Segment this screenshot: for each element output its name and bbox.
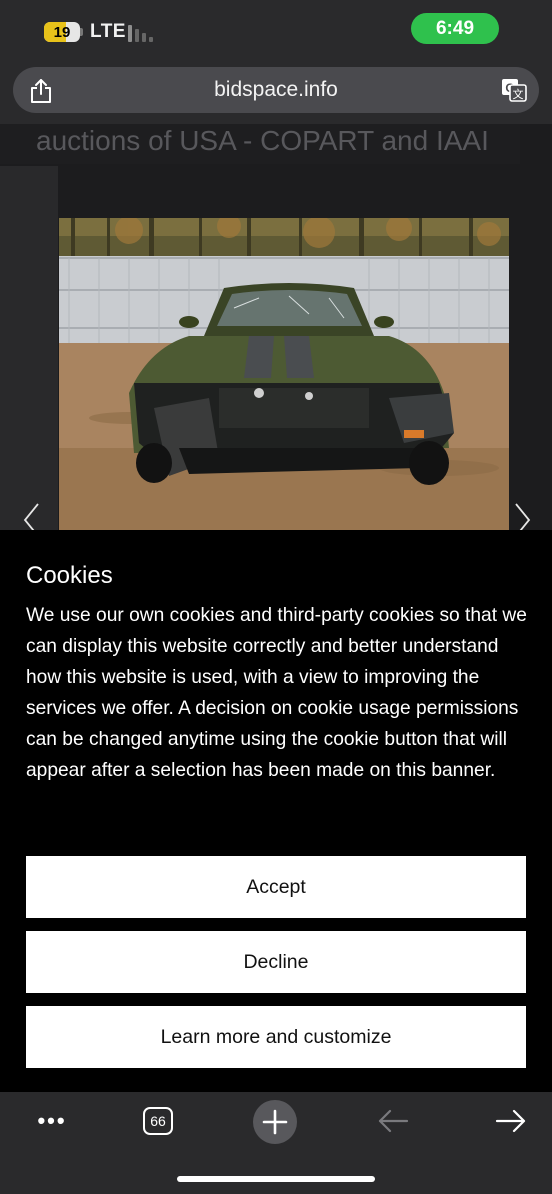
back-button[interactable]: [376, 1104, 410, 1138]
browser-toolbar: ••• 66: [0, 1092, 552, 1194]
clock[interactable]: 6:49: [411, 13, 499, 44]
accept-button[interactable]: Accept: [26, 856, 526, 918]
cookie-banner: Cookies We use our own cookies and third…: [0, 530, 552, 1092]
left-panel: [0, 166, 58, 530]
more-menu-button[interactable]: •••: [32, 1104, 72, 1138]
chevron-right-icon[interactable]: [512, 500, 534, 530]
damaged-car-photo: [59, 218, 509, 530]
tabs-button[interactable]: 66: [143, 1107, 173, 1135]
signal-strength-icon: [128, 24, 158, 42]
cookie-description: We use our own cookies and third-party c…: [26, 605, 527, 782]
arrow-left-icon: [378, 1109, 409, 1133]
svg-text:文: 文: [513, 87, 524, 101]
new-tab-button[interactable]: [253, 1100, 297, 1144]
decline-button[interactable]: Decline: [26, 931, 526, 993]
learn-more-button[interactable]: Learn more and customize: [26, 1006, 526, 1068]
status-bar: 19 LTE 6:49: [0, 0, 552, 62]
battery-icon: 19: [44, 22, 80, 42]
url-text[interactable]: bidspace.info: [13, 67, 539, 113]
plus-icon: [262, 1109, 288, 1135]
page-heading: auctions of USA - COPART and IAAI: [0, 124, 520, 164]
forward-button[interactable]: [494, 1104, 528, 1138]
battery-tip: [80, 28, 83, 36]
web-page: auctions of USA - COPART and IAAI: [0, 124, 552, 530]
cookie-title: Cookies: [26, 562, 113, 589]
home-indicator[interactable]: [177, 1176, 375, 1182]
chevron-left-icon[interactable]: [20, 500, 42, 530]
network-type: LTE: [90, 21, 126, 42]
address-bar[interactable]: bidspace.info G 文: [13, 67, 539, 113]
translate-icon[interactable]: G 文: [501, 78, 527, 102]
arrow-right-icon: [495, 1109, 526, 1133]
browser-address-area: bidspace.info G 文: [0, 62, 552, 124]
battery-level: 19: [53, 23, 71, 41]
